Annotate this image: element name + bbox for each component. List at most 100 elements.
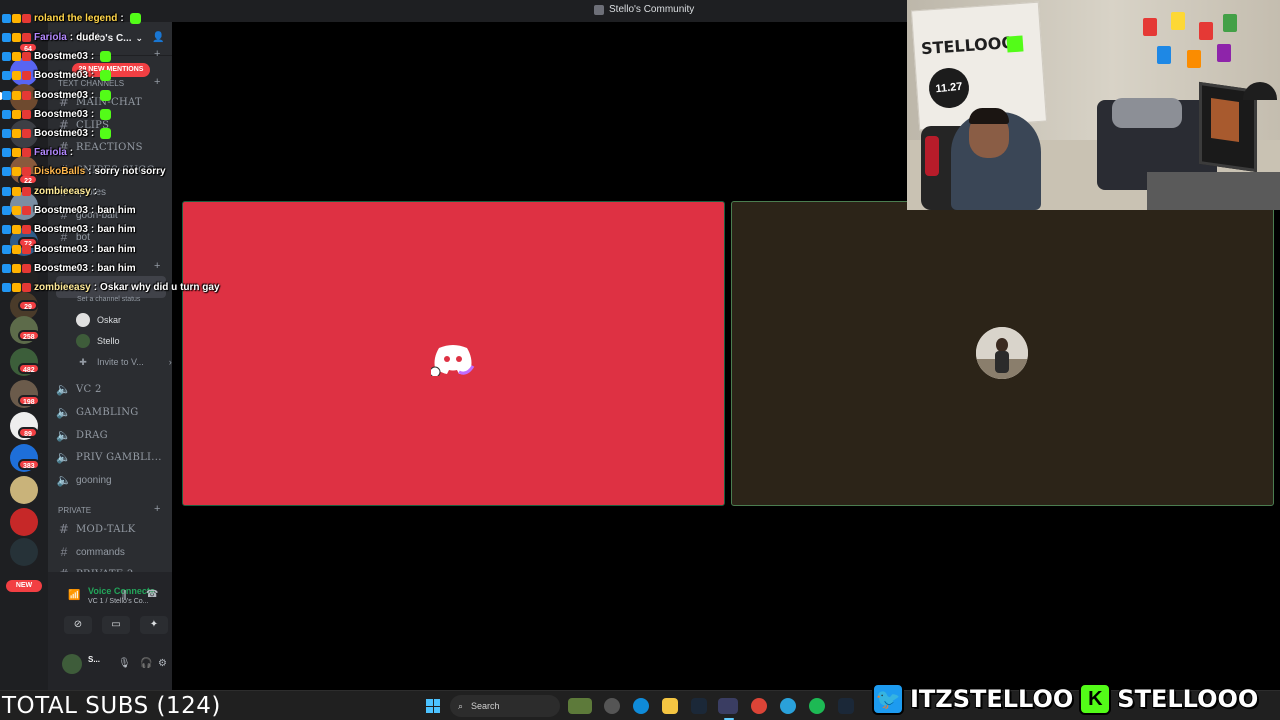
- gear-icon[interactable]: ⚙: [158, 658, 167, 669]
- voice-channel[interactable]: 🔈 PRIV GAMBLI...: [56, 447, 166, 467]
- server-icon: [594, 4, 604, 15]
- voice-channel[interactable]: 🔈 VC 2: [56, 379, 166, 399]
- steam-icon[interactable]: [691, 698, 707, 714]
- voice-channel[interactable]: 🔈 gooning: [56, 470, 166, 490]
- badge-icon: [2, 166, 11, 176]
- channel-item[interactable]: # commands: [56, 542, 166, 562]
- taskbar-search[interactable]: ⌕ Search: [450, 695, 560, 717]
- telegram-icon[interactable]: [780, 698, 796, 714]
- microphone-icon[interactable]: 🎙: [118, 658, 131, 669]
- chat-emote-icon: [100, 127, 112, 139]
- add-person-icon: ✚: [79, 356, 87, 367]
- camera-off-button[interactable]: ⊘: [64, 616, 92, 634]
- chat-username: Fariola: [34, 31, 67, 43]
- server-badge: 258: [18, 330, 40, 341]
- badge-icon: [12, 32, 21, 42]
- channel-label: VC 2: [76, 383, 102, 395]
- wall-sticker: [1217, 44, 1231, 62]
- steam-icon[interactable]: [838, 698, 854, 714]
- windows-start-icon[interactable]: [426, 699, 440, 713]
- widgets-icon[interactable]: [568, 698, 592, 714]
- spotify-icon[interactable]: [809, 698, 825, 714]
- chat-message: Boostme03: ban him: [2, 260, 136, 276]
- chat-text: ban him: [97, 243, 136, 255]
- voice-user[interactable]: Stello: [76, 332, 120, 350]
- noise-suppression-icon[interactable]: ⫼: [122, 590, 127, 601]
- voice-user[interactable]: Oskar: [76, 311, 121, 329]
- user-name[interactable]: S...: [88, 655, 100, 664]
- edge-icon[interactable]: [633, 698, 649, 714]
- chat-separator: :: [90, 243, 95, 255]
- video-tile-oskar[interactable]: [182, 201, 725, 506]
- headphones-icon[interactable]: 🎧: [140, 658, 152, 669]
- activities-button[interactable]: ✦: [140, 616, 168, 634]
- server-icon[interactable]: [10, 508, 38, 536]
- chat-separator: :: [90, 127, 95, 139]
- chat-separator: :: [90, 223, 95, 235]
- cam-desk: [1147, 172, 1280, 210]
- discord-taskbar-icon[interactable]: [718, 698, 738, 714]
- speaker-icon: 🔈: [56, 473, 72, 487]
- server-icon[interactable]: [10, 538, 38, 566]
- chat-badges: [2, 109, 31, 119]
- category-label[interactable]: PRIVATE: [58, 506, 91, 515]
- chat-badges: [2, 51, 31, 61]
- hash-icon: #: [58, 522, 70, 536]
- chat-message: Boostme03: ban him: [2, 241, 136, 257]
- chat-overlay: roland the legend: Fariola: dude Boostme03:…: [0, 0, 220, 300]
- chat-emote-icon: [129, 12, 141, 24]
- wall-sticker: [1143, 18, 1157, 36]
- streamer-hair: [969, 108, 1009, 124]
- wall-sticker: [1223, 14, 1237, 32]
- badge-icon: [22, 224, 31, 234]
- chat-message: zombieeasy:: [2, 183, 100, 199]
- chat-text: ban him: [97, 204, 136, 216]
- voice-channel[interactable]: 🔈 GAMBLING: [56, 402, 166, 422]
- badge-icon: [2, 205, 11, 215]
- badge-icon: [22, 244, 31, 254]
- avatar: [76, 334, 90, 348]
- server-badge: 89: [18, 427, 38, 438]
- badge-icon: [12, 51, 21, 61]
- screen-share-button[interactable]: ▭: [102, 616, 130, 634]
- chat-separator: :: [90, 262, 95, 274]
- video-tile-stello[interactable]: [731, 201, 1274, 506]
- badge-icon: [2, 51, 11, 61]
- chat-message: DiskoBalls: sorry not sorry: [2, 163, 166, 179]
- wall-sticker: [1157, 46, 1171, 64]
- chat-message: Boostme03: ban him: [2, 202, 136, 218]
- chat-text: dude: [76, 31, 101, 43]
- avatar[interactable]: [62, 654, 82, 674]
- chat-emote-icon: [100, 89, 112, 101]
- add-channel-icon[interactable]: +: [154, 503, 160, 515]
- badge-icon: [22, 90, 31, 100]
- channel-item[interactable]: # MOD-TALK: [56, 519, 166, 539]
- user-panel: 📶 Voice Connecte VC 1 / Stello's Co... ⫼…: [48, 572, 172, 690]
- badge-icon: [22, 282, 31, 292]
- chrome-icon[interactable]: [751, 698, 767, 714]
- voice-channel[interactable]: 🔈 DRAG: [56, 425, 166, 445]
- chat-badges: [2, 70, 31, 80]
- file-explorer-icon[interactable]: [662, 698, 678, 714]
- hash-icon: #: [60, 545, 68, 559]
- server-icon[interactable]: [10, 476, 38, 504]
- badge-icon: [2, 13, 11, 23]
- badge-icon: [22, 128, 31, 138]
- speaker-icon: 🔈: [56, 450, 72, 464]
- disconnect-icon[interactable]: ☎: [146, 589, 158, 600]
- window-title: Stello's Community: [594, 4, 694, 15]
- chat-username: Boostme03: [34, 243, 88, 255]
- voice-connected-channel[interactable]: VC 1 / Stello's Co...: [88, 598, 148, 605]
- invite-to-voice[interactable]: ✚ Invite to V... ›: [76, 353, 171, 371]
- chat-badges: [2, 147, 31, 157]
- voice-user-name: Stello: [97, 336, 120, 346]
- chat-separator: :: [93, 281, 98, 293]
- signal-icon: 📶: [68, 590, 81, 601]
- openai-icon[interactable]: [604, 698, 620, 714]
- server-badge: 29: [18, 300, 38, 311]
- badge-icon: [2, 244, 11, 254]
- voice-user-name: Oskar: [97, 315, 122, 325]
- badge-icon: [12, 109, 21, 119]
- badge-icon: [12, 13, 21, 23]
- badge-icon: [2, 263, 11, 273]
